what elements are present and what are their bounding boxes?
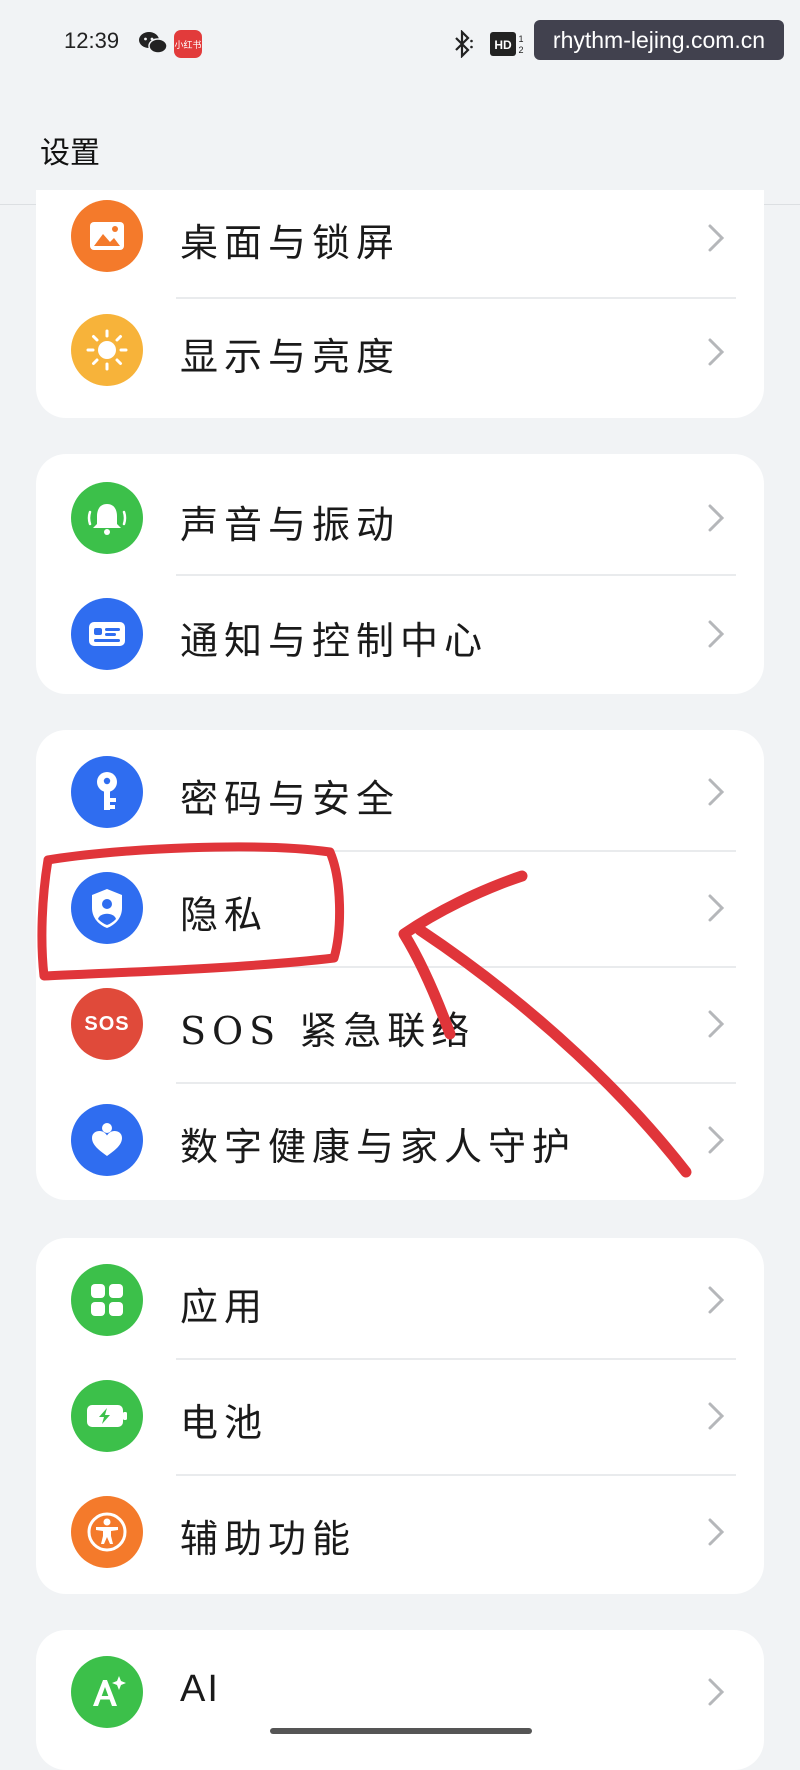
bluetooth-icon [455, 30, 473, 58]
settings-group-display: 桌面与锁屏 显示与亮度 [36, 190, 764, 418]
settings-group-sound: 声音与振动 通知与控制中心 [36, 454, 764, 694]
settings-item-notification-control[interactable]: 通知与控制中心 [36, 576, 764, 692]
watermark: rhythm-lejing.com.cn [534, 20, 784, 60]
chevron-right-icon [708, 1402, 725, 1430]
settings-item-label: 数字健康与家人守护 [180, 1125, 577, 1169]
accessibility-icon [71, 1496, 143, 1568]
svg-text:2: 2 [518, 45, 523, 55]
chevron-right-icon [708, 1678, 725, 1706]
sos-icon-text: SOS [84, 1012, 130, 1035]
settings-item-accessibility[interactable]: 辅助功能 [36, 1474, 764, 1590]
settings-item-sos[interactable]: SOS SOS 紧急联络 [36, 966, 764, 1082]
apps-icon [71, 1264, 143, 1336]
chevron-right-icon [708, 778, 725, 806]
settings-item-label: 桌面与锁屏 [180, 221, 401, 265]
ai-icon [71, 1656, 143, 1728]
settings-group-apps: 应用 电池 辅助功能 [36, 1238, 764, 1594]
home-indicator[interactable] [270, 1728, 532, 1734]
brightness-icon [71, 314, 143, 386]
notification-icon [71, 598, 143, 670]
settings-item-password-security[interactable]: 密码与安全 [36, 734, 764, 850]
settings-item-label: 隐私 [180, 893, 269, 937]
settings-item-privacy[interactable]: 隐私 [36, 850, 764, 966]
watermark-text: rhythm-lejing.com.cn [552, 26, 766, 53]
page-title: 设置 [40, 136, 100, 171]
sos-icon: SOS [71, 988, 143, 1060]
chevron-right-icon [708, 1010, 725, 1038]
settings-item-desktop-lockscreen[interactable]: 桌面与锁屏 [36, 190, 764, 306]
settings-item-digital-wellbeing[interactable]: 数字健康与家人守护 [36, 1082, 764, 1198]
settings-item-label: 电池 [180, 1401, 269, 1445]
settings-item-label: 辅助功能 [180, 1517, 357, 1561]
status-time: 12:39 [64, 28, 120, 53]
chevron-right-icon [708, 224, 725, 252]
settings-group-ai: AI [36, 1630, 764, 1770]
hd-icon: HD 1 2 [490, 32, 524, 56]
settings-item-label: AI [180, 1668, 220, 1710]
page-header: 设置 [0, 90, 800, 205]
settings-group-security: 密码与安全 隐私 SOS SOS 紧急联络 数字健康与家人守护 [36, 730, 764, 1200]
wallpaper-icon [71, 200, 143, 272]
settings-item-apps[interactable]: 应用 [36, 1242, 764, 1358]
settings-item-battery[interactable]: 电池 [36, 1358, 764, 1474]
chevron-right-icon [708, 1286, 725, 1314]
chevron-right-icon [708, 338, 725, 366]
battery-icon [71, 1380, 143, 1452]
settings-item-label: 应用 [180, 1285, 269, 1329]
bell-icon [71, 482, 143, 554]
redbook-icon: 小红书 [174, 30, 202, 58]
heart-icon [71, 1104, 143, 1176]
settings-item-display-brightness[interactable]: 显示与亮度 [36, 298, 764, 414]
privacy-shield-icon [71, 872, 143, 944]
chevron-right-icon [708, 1518, 725, 1546]
settings-item-label: SOS 紧急联络 [180, 1009, 476, 1053]
chevron-right-icon [708, 620, 725, 648]
chevron-right-icon [708, 504, 725, 532]
chevron-right-icon [708, 1126, 725, 1154]
settings-item-label: 显示与亮度 [180, 335, 401, 379]
key-icon [71, 756, 143, 828]
chevron-right-icon [708, 894, 725, 922]
svg-text:1: 1 [518, 34, 523, 44]
wechat-icon [139, 32, 168, 54]
settings-item-sound-vibration[interactable]: 声音与振动 [36, 460, 764, 576]
settings-item-label: 声音与振动 [180, 503, 401, 547]
hd-label: HD [494, 38, 512, 52]
settings-item-label: 通知与控制中心 [180, 619, 489, 663]
redbook-label: 小红书 [174, 40, 202, 51]
status-bar: 12:39 小红书 HD 1 2 rhythm-lejing.com.cn [0, 0, 800, 90]
settings-item-label: 密码与安全 [180, 777, 401, 821]
